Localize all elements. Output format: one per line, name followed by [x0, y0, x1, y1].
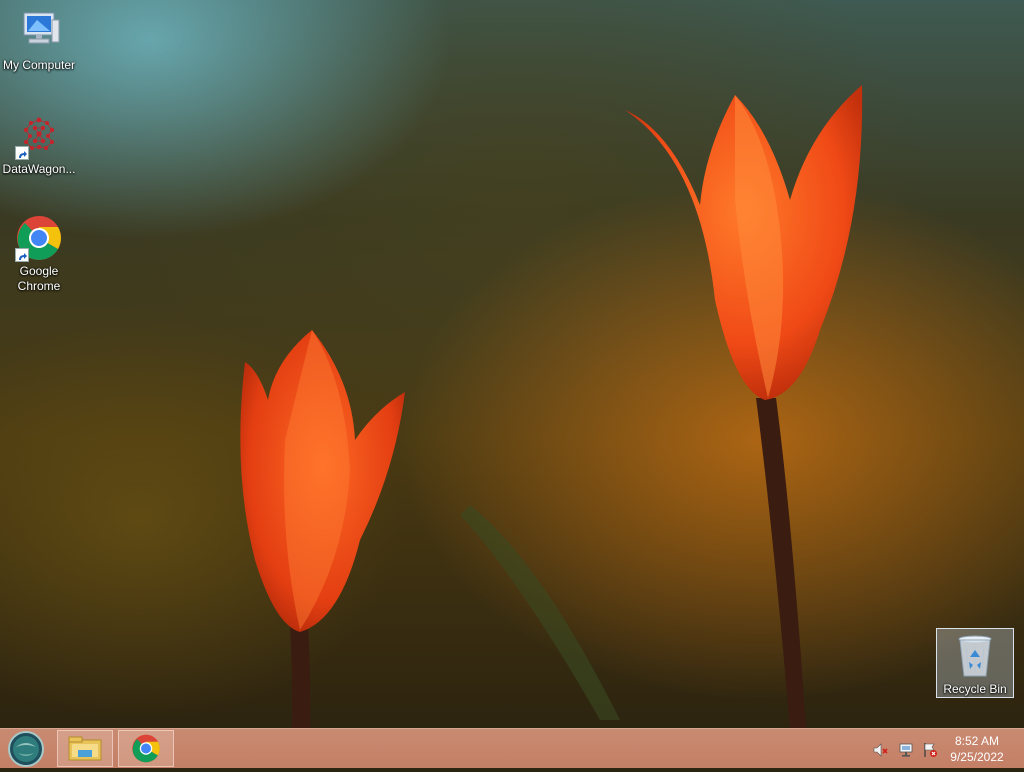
- wallpaper-tulips: [240, 85, 863, 728]
- start-button[interactable]: [6, 731, 46, 767]
- computer-icon: [15, 8, 63, 56]
- recycle-bin-icon: [951, 632, 999, 680]
- desktop-icon-google-chrome[interactable]: Google Chrome: [0, 214, 78, 294]
- clock-date: 9/25/2022: [950, 750, 1004, 764]
- start-orb-icon: [8, 731, 44, 767]
- datawagon-icon: [15, 112, 63, 160]
- chrome-icon: [132, 734, 160, 763]
- desktop-icon-datawagon[interactable]: DataWagon...: [0, 112, 78, 177]
- desktop-icon-label: Google Chrome: [17, 264, 61, 293]
- network-icon[interactable]: [898, 742, 914, 758]
- desktop-icon-label: My Computer: [2, 58, 76, 72]
- clock-time: 8:52 AM: [954, 734, 1000, 748]
- volume-muted-icon[interactable]: [872, 742, 888, 758]
- system-clock[interactable]: 8:52 AM 9/25/2022: [944, 733, 1010, 765]
- action-center-icon[interactable]: [922, 742, 938, 758]
- shortcut-arrow-icon: [15, 248, 29, 262]
- file-explorer-icon: [68, 736, 102, 761]
- desktop-icon-label: Recycle Bin: [943, 682, 1007, 696]
- desktop-icon-recycle-bin[interactable]: Recycle Bin: [936, 628, 1014, 698]
- desktop-icon-my-computer[interactable]: My Computer: [0, 8, 78, 73]
- chrome-icon: [15, 214, 63, 262]
- desktop[interactable]: My Computer DataWagon... Google Chrome R…: [0, 0, 1024, 728]
- taskbar-button-file-explorer[interactable]: [57, 730, 113, 767]
- desktop-icon-label: DataWagon...: [2, 162, 76, 176]
- taskbar: 8:52 AM 9/25/2022: [0, 728, 1024, 768]
- shortcut-arrow-icon: [15, 146, 29, 160]
- taskbar-button-chrome[interactable]: [118, 730, 174, 767]
